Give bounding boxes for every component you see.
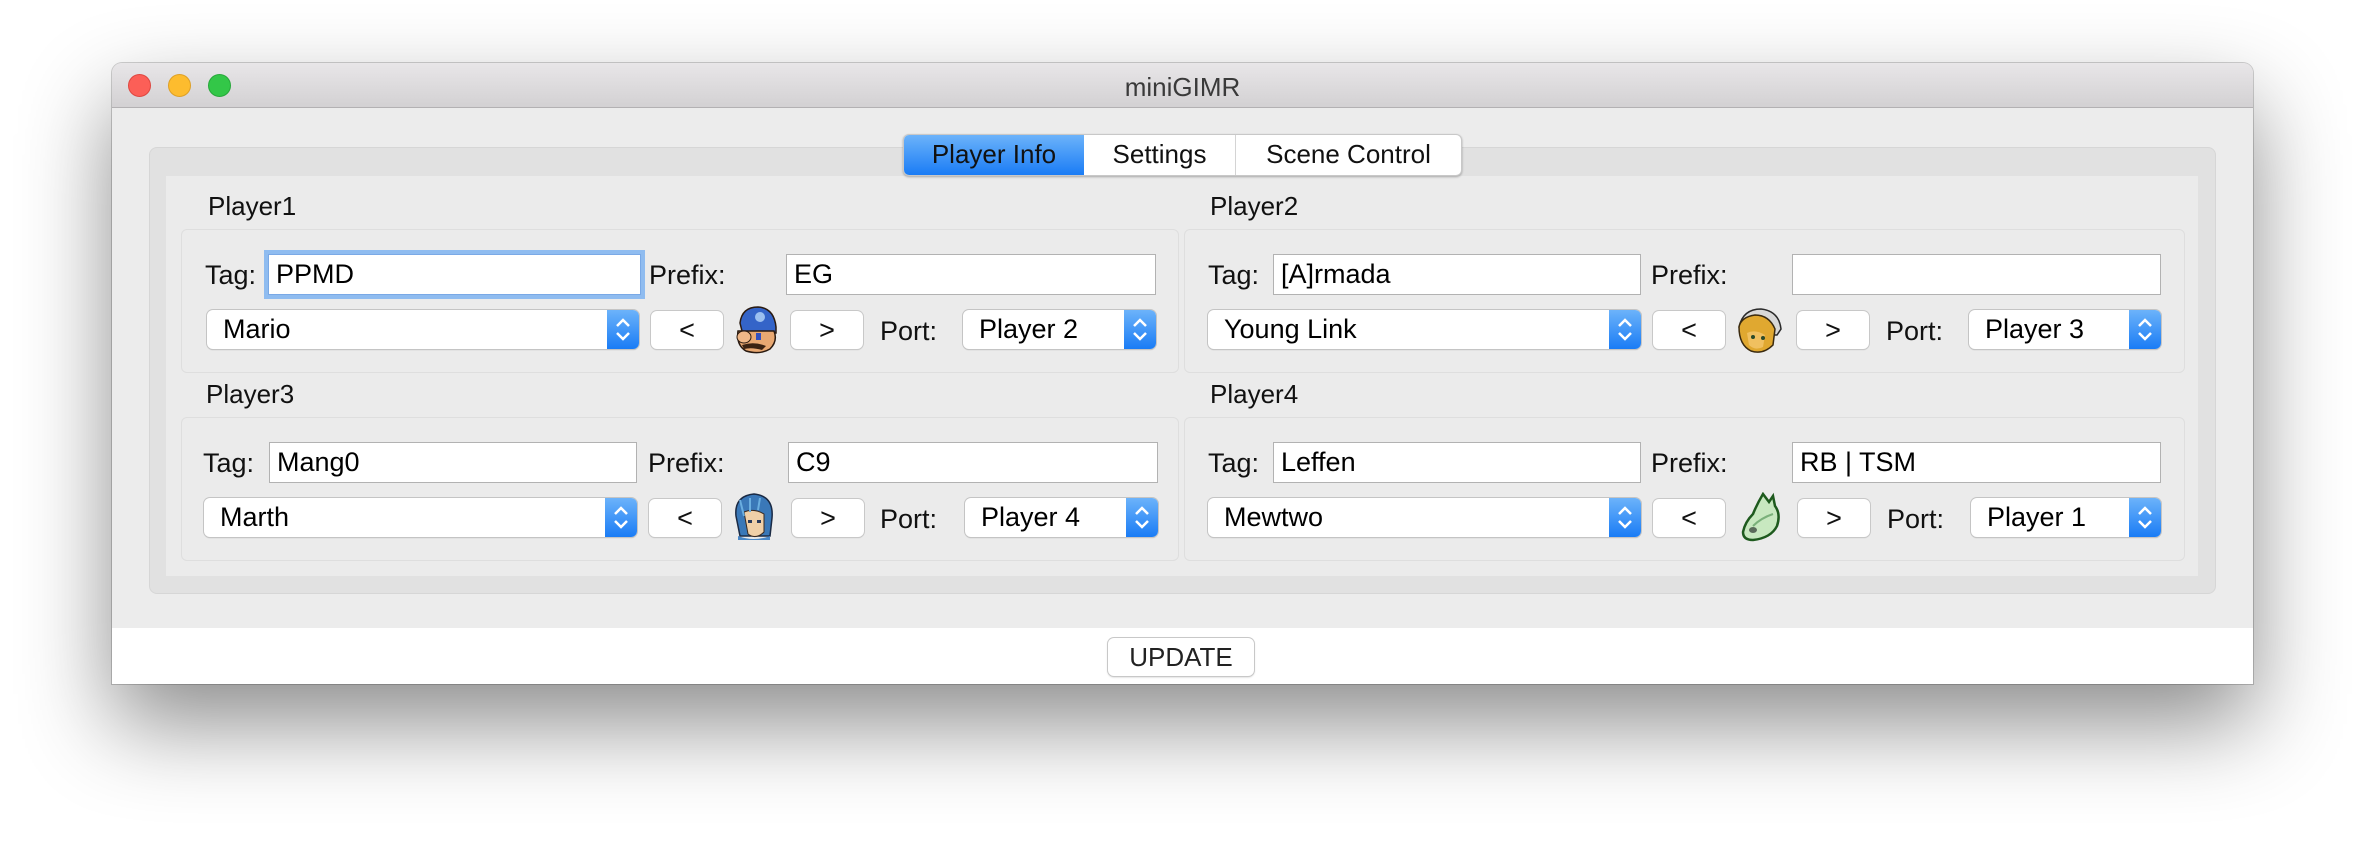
player4-port-value: Player 1 — [1987, 502, 2087, 532]
chevron-updown-icon — [1609, 498, 1641, 537]
player1-prefix-input[interactable]: EG — [786, 254, 1156, 295]
player3-character-value: Marth — [220, 502, 290, 532]
player3-character-select[interactable]: Marth — [204, 498, 637, 537]
chevron-updown-icon — [605, 498, 637, 537]
player4-prefix-input[interactable]: RB | TSM — [1792, 442, 2161, 483]
player3-prev-character-button[interactable]: < — [649, 499, 721, 537]
port-label: Port: — [1886, 316, 1944, 346]
tab-bar: Player Info Settings Scene Control — [903, 134, 1462, 176]
player1-port-value: Player 2 — [979, 314, 1079, 344]
player2-port-value: Player 3 — [1985, 314, 2085, 344]
tab-settings[interactable]: Settings — [1084, 135, 1236, 175]
prefix-label: Prefix: — [1651, 260, 1728, 290]
prefix-label: Prefix: — [649, 260, 726, 290]
player4-next-character-button[interactable]: > — [1798, 499, 1870, 537]
player2-prev-character-button[interactable]: < — [1653, 311, 1725, 349]
prefix-label: Prefix: — [1651, 448, 1728, 478]
chevron-updown-icon — [1126, 498, 1158, 537]
update-button[interactable]: UPDATE — [1108, 638, 1254, 676]
player2-port-select[interactable]: Player 3 — [1969, 310, 2161, 349]
chevron-updown-icon — [1124, 310, 1156, 349]
player4-port-select[interactable]: Player 1 — [1971, 498, 2161, 537]
player1-port-select[interactable]: Player 2 — [963, 310, 1156, 349]
player1-prev-character-button[interactable]: < — [651, 311, 723, 349]
player3-port-select[interactable]: Player 4 — [965, 498, 1158, 537]
player2-character-select[interactable]: Young Link — [1208, 310, 1641, 349]
player4-group: Tag: Leffen Prefix: RB | TSM Mewtwo < > … — [1184, 417, 2185, 561]
player1-title: Player1 — [208, 191, 297, 221]
mewtwo-icon — [1739, 491, 1787, 542]
player3-title: Player3 — [206, 379, 295, 409]
player3-tag-input[interactable]: Mang0 — [269, 442, 637, 483]
mario-icon — [732, 305, 780, 355]
tag-label: Tag: — [1208, 260, 1260, 290]
tag-label: Tag: — [205, 260, 257, 290]
player2-group: Tag: [A]rmada Prefix: Young Link < > Por… — [1184, 229, 2185, 373]
port-label: Port: — [1887, 504, 1945, 534]
title-bar[interactable]: miniGIMR — [112, 63, 2253, 108]
young-link-icon — [1735, 305, 1783, 355]
player4-character-select[interactable]: Mewtwo — [1208, 498, 1641, 537]
player1-character-select[interactable]: Mario — [207, 310, 639, 349]
player1-next-character-button[interactable]: > — [791, 311, 863, 349]
tab-player-info[interactable]: Player Info — [904, 135, 1084, 175]
chevron-updown-icon — [607, 310, 639, 349]
player4-character-value: Mewtwo — [1224, 502, 1324, 532]
player2-prefix-input[interactable] — [1792, 254, 2161, 295]
chevron-updown-icon — [2129, 310, 2161, 349]
prefix-label: Prefix: — [648, 448, 725, 478]
player3-group: Tag: Mang0 Prefix: C9 Marth < > Port: Pl… — [181, 417, 1179, 561]
player3-port-value: Player 4 — [981, 502, 1081, 532]
tag-label: Tag: — [1208, 448, 1260, 478]
chevron-updown-icon — [2129, 498, 2161, 537]
window-title: miniGIMR — [1124, 72, 1241, 102]
app-window: miniGIMR Player Info Settings Scene Cont… — [112, 63, 2253, 684]
tag-label: Tag: — [203, 448, 255, 478]
marth-icon — [730, 492, 778, 542]
player4-prev-character-button[interactable]: < — [1653, 499, 1725, 537]
port-label: Port: — [880, 504, 938, 534]
footer-bar: UPDATE — [112, 628, 2253, 684]
tab-scene-control[interactable]: Scene Control — [1236, 135, 1461, 175]
player2-title: Player2 — [1210, 191, 1299, 221]
player2-character-value: Young Link — [1224, 314, 1357, 344]
player4-title: Player4 — [1210, 379, 1299, 409]
port-label: Port: — [880, 316, 938, 346]
player2-next-character-button[interactable]: > — [1797, 311, 1869, 349]
player1-tag-input[interactable]: PPMD — [268, 254, 641, 295]
player2-tag-input[interactable]: [A]rmada — [1273, 254, 1641, 295]
player1-group: Tag: PPMD Prefix: EG Mario < > Port: Pla… — [181, 229, 1179, 373]
player4-tag-input[interactable]: Leffen — [1273, 442, 1641, 483]
player3-next-character-button[interactable]: > — [792, 499, 864, 537]
player1-character-value: Mario — [223, 314, 291, 344]
chevron-updown-icon — [1609, 310, 1641, 349]
player3-prefix-input[interactable]: C9 — [788, 442, 1158, 483]
